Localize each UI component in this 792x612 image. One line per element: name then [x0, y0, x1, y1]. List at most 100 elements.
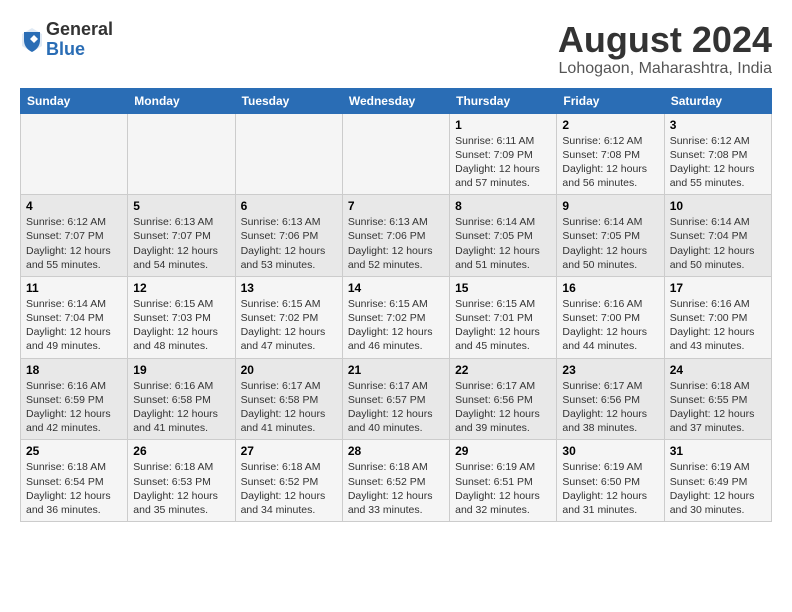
calendar-cell: 5 Sunrise: 6:13 AM Sunset: 7:07 PM Daylig… [128, 195, 235, 277]
day-number: 20 [241, 363, 337, 377]
day-number: 3 [670, 118, 766, 132]
day-info: Sunrise: 6:17 AM Sunset: 6:57 PM Dayligh… [348, 379, 444, 436]
logo-blue: Blue [46, 40, 113, 60]
calendar-cell: 8Sunrise: 6:14 AM Sunset: 7:05 PM Daylig… [450, 195, 557, 277]
day-info: Sunrise: 6:17 AM Sunset: 6:58 PM Dayligh… [241, 379, 337, 436]
calendar-cell: 23Sunrise: 6:17 AM Sunset: 6:56 PM Dayli… [557, 358, 664, 440]
day-number: 30 [562, 444, 658, 458]
day-info: Sunrise: 6:11 AM Sunset: 7:09 PM Dayligh… [455, 134, 551, 191]
col-header-thursday: Thursday [450, 88, 557, 113]
logo-general: General [46, 20, 113, 40]
day-number: 26 [133, 444, 229, 458]
calendar-cell [342, 113, 449, 195]
day-info: Sunrise: 6:14 AM Sunset: 7:04 PM Dayligh… [26, 297, 122, 354]
calendar-cell [21, 113, 128, 195]
day-info: Sunrise: 6:18 AM Sunset: 6:52 PM Dayligh… [348, 460, 444, 517]
day-info: Sunrise: 6:13 AM Sunset: 7:07 PM Dayligh… [133, 215, 229, 272]
calendar-cell: 3 Sunrise: 6:12 AM Sunset: 7:08 PM Daylig… [664, 113, 771, 195]
day-number: 24 [670, 363, 766, 377]
calendar-cell: 2 Sunrise: 6:12 AM Sunset: 7:08 PM Daylig… [557, 113, 664, 195]
week-row: 18Sunrise: 6:16 AM Sunset: 6:59 PM Dayli… [21, 358, 772, 440]
calendar-cell: 10 Sunrise: 6:14 AM Sunset: 7:04 PM Dayli… [664, 195, 771, 277]
calendar-cell: 25Sunrise: 6:18 AM Sunset: 6:54 PM Dayli… [21, 440, 128, 522]
day-number: 10 [670, 199, 766, 213]
col-header-monday: Monday [128, 88, 235, 113]
calendar-cell: 16 Sunrise: 6:16 AM Sunset: 7:00 PM Dayli… [557, 276, 664, 358]
calendar-cell: 18Sunrise: 6:16 AM Sunset: 6:59 PM Dayli… [21, 358, 128, 440]
header-row: SundayMondayTuesdayWednesdayThursdayFrid… [21, 88, 772, 113]
logo-icon [20, 26, 44, 54]
day-info: Sunrise: 6:15 AM Sunset: 7:02 PM Dayligh… [241, 297, 337, 354]
calendar-cell: 29 Sunrise: 6:19 AM Sunset: 6:51 PM Dayli… [450, 440, 557, 522]
calendar-cell: 21 Sunrise: 6:17 AM Sunset: 6:57 PM Dayli… [342, 358, 449, 440]
col-header-saturday: Saturday [664, 88, 771, 113]
logo: General Blue [20, 20, 113, 60]
title-block: August 2024 Lohogaon, Maharashtra, India [558, 20, 772, 78]
calendar-cell: 11 Sunrise: 6:14 AM Sunset: 7:04 PM Dayli… [21, 276, 128, 358]
day-info: Sunrise: 6:12 AM Sunset: 7:08 PM Dayligh… [670, 134, 766, 191]
calendar-cell [235, 113, 342, 195]
day-number: 9 [562, 199, 658, 213]
calendar-cell: 24 Sunrise: 6:18 AM Sunset: 6:55 PM Dayli… [664, 358, 771, 440]
calendar-cell: 28 Sunrise: 6:18 AM Sunset: 6:52 PM Dayli… [342, 440, 449, 522]
calendar-cell: 6Sunrise: 6:13 AM Sunset: 7:06 PM Daylig… [235, 195, 342, 277]
day-number: 28 [348, 444, 444, 458]
day-number: 13 [241, 281, 337, 295]
day-info: Sunrise: 6:19 AM Sunset: 6:51 PM Dayligh… [455, 460, 551, 517]
subtitle: Lohogaon, Maharashtra, India [558, 60, 772, 78]
calendar-cell: 12Sunrise: 6:15 AM Sunset: 7:03 PM Dayli… [128, 276, 235, 358]
day-number: 19 [133, 363, 229, 377]
day-info: Sunrise: 6:13 AM Sunset: 7:06 PM Dayligh… [348, 215, 444, 272]
day-info: Sunrise: 6:16 AM Sunset: 7:00 PM Dayligh… [562, 297, 658, 354]
calendar-cell: 19 Sunrise: 6:16 AM Sunset: 6:58 PM Dayli… [128, 358, 235, 440]
day-number: 5 [133, 199, 229, 213]
week-row: 11 Sunrise: 6:14 AM Sunset: 7:04 PM Dayli… [21, 276, 772, 358]
day-number: 29 [455, 444, 551, 458]
day-number: 25 [26, 444, 122, 458]
day-info: Sunrise: 6:15 AM Sunset: 7:03 PM Dayligh… [133, 297, 229, 354]
day-info: Sunrise: 6:18 AM Sunset: 6:55 PM Dayligh… [670, 379, 766, 436]
day-number: 22 [455, 363, 551, 377]
day-number: 15 [455, 281, 551, 295]
day-info: Sunrise: 6:19 AM Sunset: 6:50 PM Dayligh… [562, 460, 658, 517]
day-number: 7 [348, 199, 444, 213]
calendar-cell: 7 Sunrise: 6:13 AM Sunset: 7:06 PM Daylig… [342, 195, 449, 277]
day-number: 21 [348, 363, 444, 377]
week-row: 1 Sunrise: 6:11 AM Sunset: 7:09 PM Daylig… [21, 113, 772, 195]
day-info: Sunrise: 6:14 AM Sunset: 7:05 PM Dayligh… [562, 215, 658, 272]
day-info: Sunrise: 6:12 AM Sunset: 7:08 PM Dayligh… [562, 134, 658, 191]
col-header-tuesday: Tuesday [235, 88, 342, 113]
day-number: 16 [562, 281, 658, 295]
day-number: 4 [26, 199, 122, 213]
day-number: 27 [241, 444, 337, 458]
day-number: 2 [562, 118, 658, 132]
day-number: 6 [241, 199, 337, 213]
day-number: 8 [455, 199, 551, 213]
calendar-cell: 9 Sunrise: 6:14 AM Sunset: 7:05 PM Daylig… [557, 195, 664, 277]
day-info: Sunrise: 6:14 AM Sunset: 7:04 PM Dayligh… [670, 215, 766, 272]
day-info: Sunrise: 6:16 AM Sunset: 6:58 PM Dayligh… [133, 379, 229, 436]
day-number: 31 [670, 444, 766, 458]
day-info: Sunrise: 6:18 AM Sunset: 6:53 PM Dayligh… [133, 460, 229, 517]
day-number: 11 [26, 281, 122, 295]
calendar-cell: 4Sunrise: 6:12 AM Sunset: 7:07 PM Daylig… [21, 195, 128, 277]
logo-text: General Blue [46, 20, 113, 60]
page-header: General Blue August 2024 Lohogaon, Mahar… [20, 20, 772, 78]
calendar-cell: 20 Sunrise: 6:17 AM Sunset: 6:58 PM Dayli… [235, 358, 342, 440]
calendar-cell: 1 Sunrise: 6:11 AM Sunset: 7:09 PM Daylig… [450, 113, 557, 195]
day-info: Sunrise: 6:16 AM Sunset: 7:00 PM Dayligh… [670, 297, 766, 354]
calendar-cell: 30 Sunrise: 6:19 AM Sunset: 6:50 PM Dayli… [557, 440, 664, 522]
day-info: Sunrise: 6:15 AM Sunset: 7:01 PM Dayligh… [455, 297, 551, 354]
day-info: Sunrise: 6:17 AM Sunset: 6:56 PM Dayligh… [562, 379, 658, 436]
calendar-cell: 31Sunrise: 6:19 AM Sunset: 6:49 PM Dayli… [664, 440, 771, 522]
col-header-wednesday: Wednesday [342, 88, 449, 113]
calendar-cell: 15 Sunrise: 6:15 AM Sunset: 7:01 PM Dayli… [450, 276, 557, 358]
day-info: Sunrise: 6:18 AM Sunset: 6:52 PM Dayligh… [241, 460, 337, 517]
calendar-cell: 14Sunrise: 6:15 AM Sunset: 7:02 PM Dayli… [342, 276, 449, 358]
day-number: 1 [455, 118, 551, 132]
main-title: August 2024 [558, 20, 772, 60]
day-info: Sunrise: 6:15 AM Sunset: 7:02 PM Dayligh… [348, 297, 444, 354]
day-info: Sunrise: 6:17 AM Sunset: 6:56 PM Dayligh… [455, 379, 551, 436]
col-header-friday: Friday [557, 88, 664, 113]
week-row: 25Sunrise: 6:18 AM Sunset: 6:54 PM Dayli… [21, 440, 772, 522]
